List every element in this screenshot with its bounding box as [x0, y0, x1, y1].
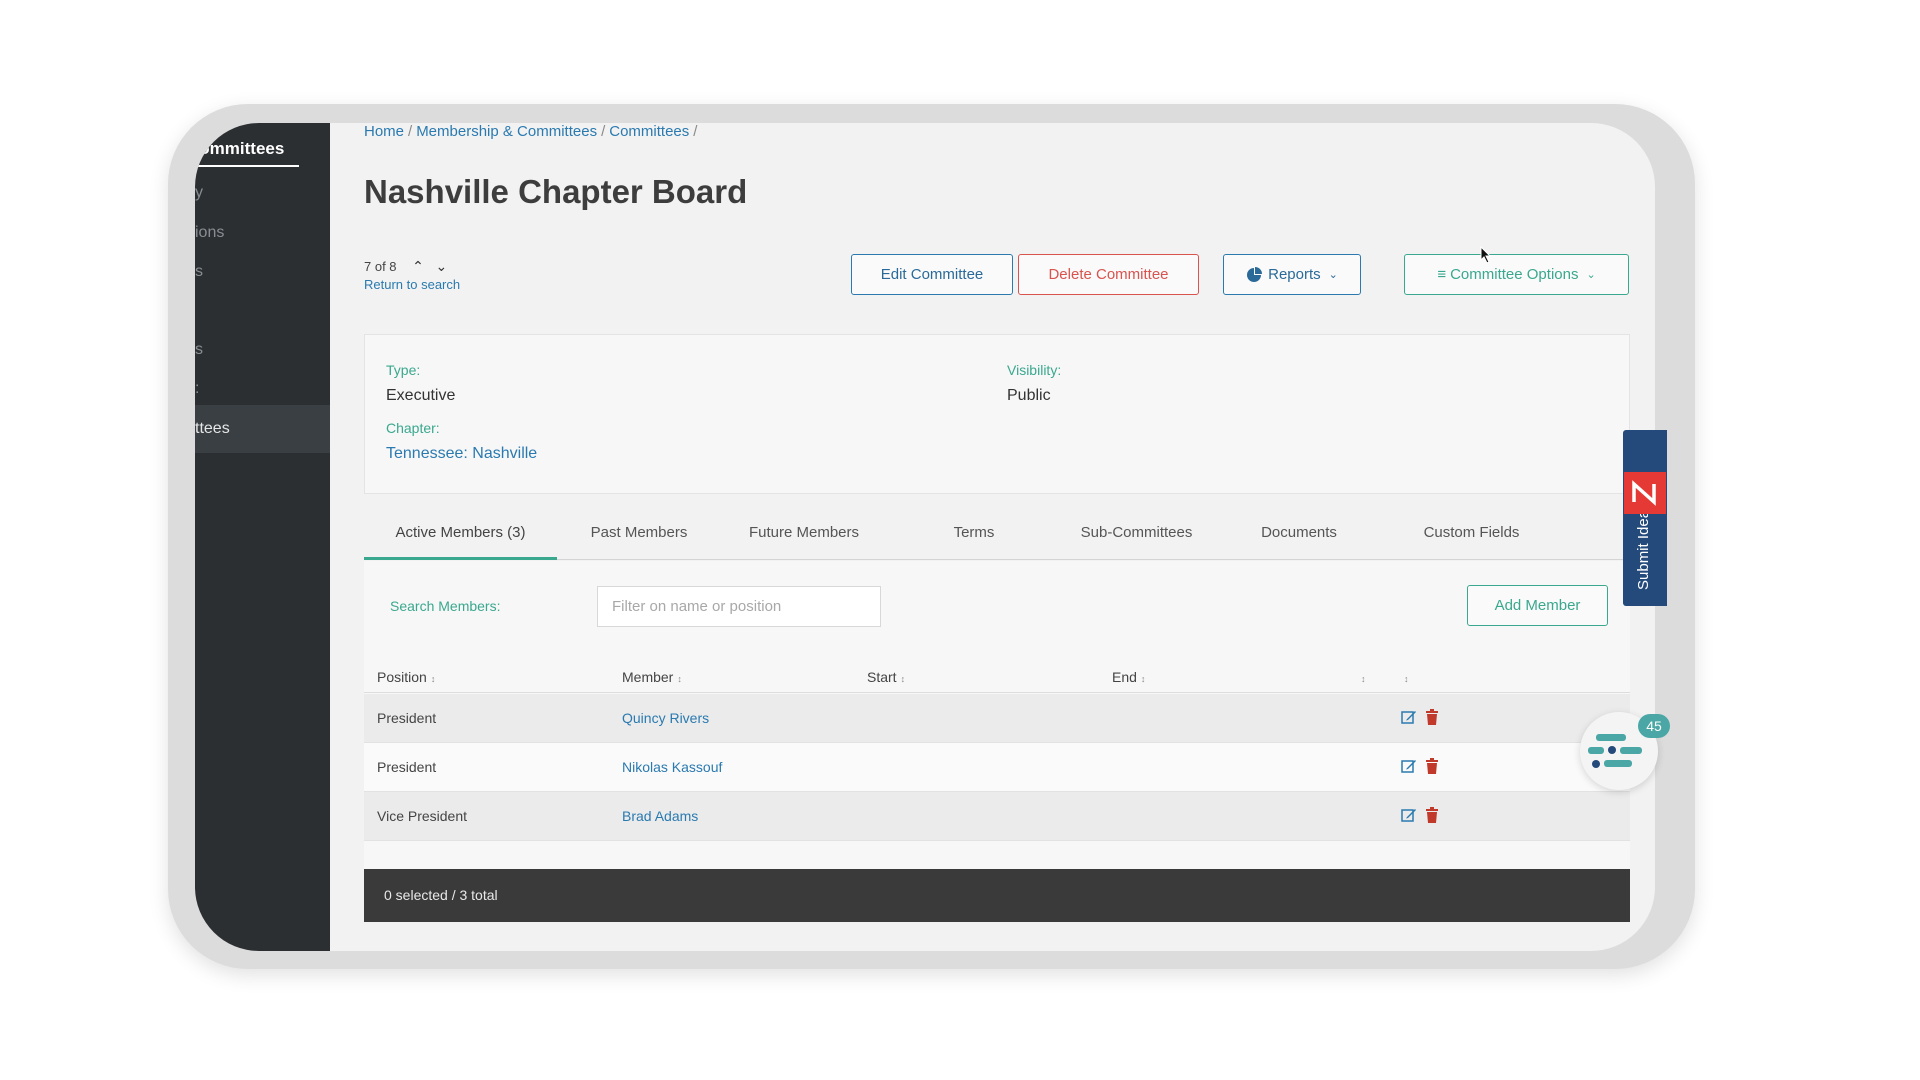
- page-title: Nashville Chapter Board: [364, 173, 748, 210]
- chevron-up-icon[interactable]: ⌃: [412, 258, 424, 275]
- edit-icon[interactable]: [1401, 758, 1417, 774]
- column-sort-extra[interactable]: ↕: [1357, 669, 1366, 685]
- reports-button[interactable]: Reports ⌄: [1223, 254, 1361, 295]
- tab-future-members[interactable]: Future Members: [729, 515, 879, 560]
- breadcrumb: Home / Membership & Committees / Committees /: [364, 123, 701, 140]
- record-pager: 7 of 8 ⌃ ⌄: [364, 258, 447, 275]
- breadcrumb-separator: /: [408, 123, 413, 140]
- return-to-search-link[interactable]: Return to search: [364, 277, 460, 292]
- chevron-down-icon: ⌄: [1586, 269, 1596, 281]
- submit-idea-label: Submit Idea: [1635, 509, 1652, 590]
- edit-icon[interactable]: [1401, 807, 1417, 823]
- app-screen: Committees y ions s s : ttees Home / Membe…: [195, 123, 1655, 951]
- column-position[interactable]: Position ↕: [377, 669, 435, 685]
- tab-documents[interactable]: Documents: [1244, 515, 1354, 560]
- table-row: President Quincy Rivers: [364, 694, 1630, 743]
- column-member[interactable]: Member ↕: [622, 669, 682, 685]
- chevron-down-icon: ⌄: [1328, 269, 1338, 281]
- column-start[interactable]: Start ↕: [867, 669, 905, 685]
- tab-past-members[interactable]: Past Members: [574, 515, 704, 560]
- trash-icon[interactable]: [1425, 807, 1439, 823]
- chapter-label: Chapter:: [386, 420, 440, 436]
- breadcrumb-home[interactable]: Home: [364, 123, 404, 140]
- mouse-cursor-icon: [1480, 246, 1492, 264]
- chevron-down-icon[interactable]: ⌄: [436, 258, 448, 275]
- submit-idea-tab[interactable]: Submit Idea: [1623, 430, 1667, 606]
- table-row: Vice President Brad Adams: [364, 792, 1630, 841]
- trash-icon[interactable]: [1425, 709, 1439, 725]
- sidebar-item-committees[interactable]: ttees: [195, 405, 330, 453]
- row-member-link[interactable]: Brad Adams: [622, 808, 698, 824]
- chapter-link[interactable]: Tennessee: Nashville: [386, 445, 537, 463]
- row-position: President: [377, 710, 437, 726]
- table-row: President Nikolas Kassouf: [364, 743, 1630, 792]
- reports-label: Reports: [1268, 266, 1321, 283]
- search-members-input[interactable]: [597, 586, 881, 627]
- type-label: Type:: [386, 362, 421, 378]
- breadcrumb-committees[interactable]: Committees: [609, 123, 689, 140]
- committee-tabs: Active Members (3) Past Members Future M…: [364, 515, 1630, 560]
- row-position: Vice President: [377, 808, 468, 824]
- pager-position: 7 of 8: [364, 259, 397, 274]
- delete-committee-button[interactable]: Delete Committee: [1018, 254, 1199, 295]
- committee-details: Type: Executive Visibility: Public Chapt…: [364, 334, 1630, 494]
- tab-sub-committees[interactable]: Sub-Committees: [1064, 515, 1209, 560]
- visibility-label: Visibility:: [1007, 362, 1062, 378]
- sidebar-item[interactable]: s: [195, 248, 330, 296]
- members-table-header: Position ↕ Member ↕ Start ↕ End ↕ ↕ ↕: [364, 661, 1630, 693]
- tab-custom-fields[interactable]: Custom Fields: [1409, 515, 1534, 560]
- row-position: President: [377, 759, 437, 775]
- committee-options-button[interactable]: ≡ Committee Options ⌄: [1404, 254, 1629, 295]
- edit-icon[interactable]: [1401, 709, 1417, 725]
- type-value: Executive: [386, 387, 456, 404]
- add-member-button[interactable]: Add Member: [1467, 585, 1608, 626]
- selection-footer: 0 selected / 3 total: [364, 869, 1630, 922]
- breadcrumb-separator: /: [601, 123, 606, 140]
- menu-icon: ≡: [1437, 266, 1447, 283]
- main-content: Home / Membership & Committees / Committees /…: [330, 123, 1655, 951]
- breadcrumb-separator: /: [693, 123, 698, 140]
- row-member-link[interactable]: Quincy Rivers: [622, 710, 709, 726]
- edit-committee-button[interactable]: Edit Committee: [851, 254, 1013, 295]
- chat-notification-badge: 45: [1638, 714, 1670, 738]
- pie-chart-icon: [1247, 266, 1263, 282]
- sidebar: Committees y ions s s : ttees: [195, 123, 330, 951]
- tab-terms[interactable]: Terms: [934, 515, 1014, 560]
- members-panel: Search Members: Add Member Position↕ Mem…: [364, 561, 1630, 891]
- trash-icon[interactable]: [1425, 758, 1439, 774]
- committee-options-label: Committee Options: [1450, 266, 1579, 283]
- column-end[interactable]: End ↕: [1112, 669, 1145, 685]
- feedback-logo-icon[interactable]: [1624, 472, 1666, 514]
- row-member-link[interactable]: Nikolas Kassouf: [622, 759, 722, 775]
- sidebar-title: Committees: [195, 139, 299, 167]
- tab-active-members[interactable]: Active Members (3): [364, 515, 557, 560]
- visibility-value: Public: [1007, 387, 1051, 404]
- column-sort-actions[interactable]: ↕: [1400, 669, 1409, 685]
- search-members-label: Search Members:: [390, 598, 501, 614]
- breadcrumb-membership[interactable]: Membership & Committees: [416, 123, 597, 140]
